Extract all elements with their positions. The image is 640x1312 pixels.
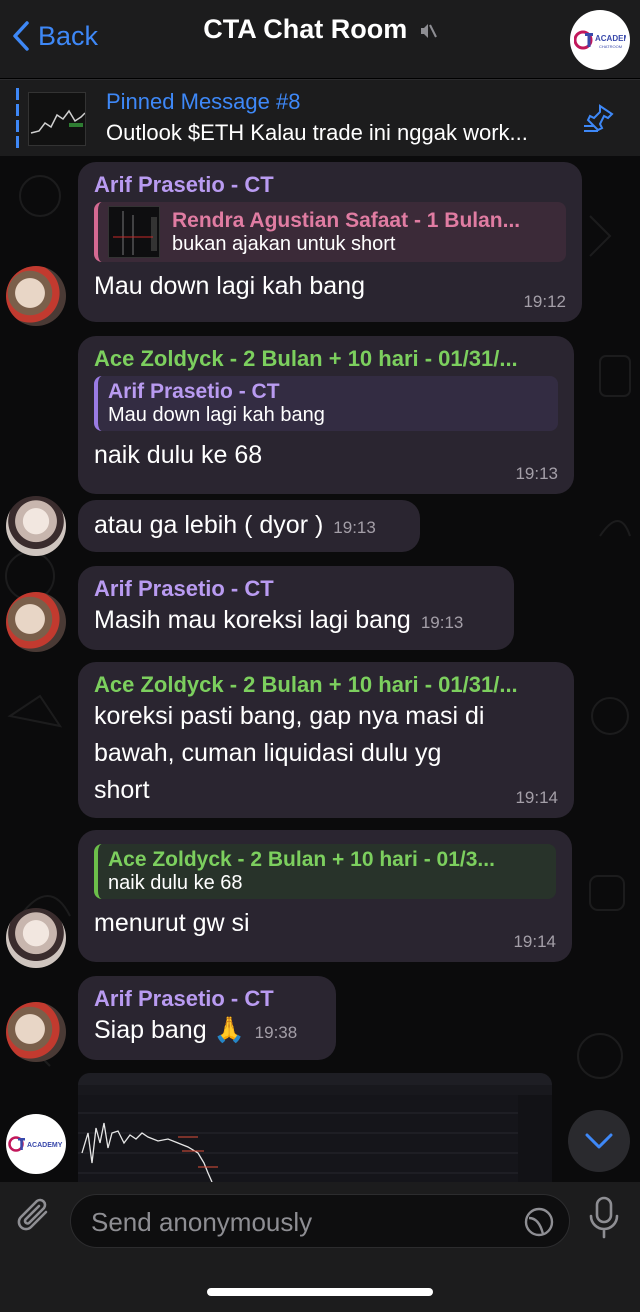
composer-bar: Send anonymously — [0, 1182, 640, 1312]
message-time: 19:13 — [333, 518, 376, 537]
message-input-placeholder: Send anonymously — [91, 1207, 313, 1237]
message-time: 19:14 — [513, 932, 556, 951]
message-bubble[interactable]: atau ga lebih ( dyor ) 19:13 — [78, 500, 420, 552]
avatar-arif[interactable] — [6, 592, 66, 652]
reply-sender: Ace Zoldyck - 2 Bulan + 10 hari - 01/3..… — [108, 848, 495, 871]
chat-title[interactable]: CTA Chat Room — [0, 14, 640, 45]
message-time: 19:38 — [254, 1023, 298, 1042]
avatar-ace[interactable] — [6, 908, 66, 968]
scroll-down-button[interactable] — [568, 1110, 630, 1172]
sender-name[interactable]: Arif Prasetio - CT — [94, 986, 320, 1012]
chat-header: Back CTA Chat Room ACADEMY CHATROOM — [0, 0, 640, 78]
home-indicator — [207, 1288, 433, 1296]
message-bubble[interactable]: Arif Prasetio - CT Rendra Agustian Safaa… — [78, 162, 582, 322]
message-bubble[interactable]: Ace Zoldyck - 2 Bulan + 10 hari - 01/31/… — [78, 336, 574, 494]
reply-text: naik dulu ke 68 — [108, 872, 243, 894]
pin-list-icon[interactable] — [582, 104, 618, 134]
sender-name[interactable]: Ace Zoldyck - 2 Bulan + 10 hari - 01/31/… — [94, 346, 558, 372]
message-bubble[interactable]: Ace Zoldyck - 2 Bulan + 10 hari - 01/31/… — [78, 662, 574, 818]
microphone-icon[interactable] — [586, 1196, 622, 1240]
message-text: naik dulu ke 68 — [94, 441, 263, 469]
pinned-title: Pinned Message #8 — [106, 89, 301, 114]
message-bubble[interactable]: Arif Prasetio - CT Masih mau koreksi lag… — [78, 566, 514, 650]
pinned-text: Outlook $ETH Kalau trade ini nggak work.… — [106, 120, 528, 145]
reply-quote[interactable]: Arif Prasetio - CT Mau down lagi kah ban… — [94, 376, 558, 431]
attach-icon[interactable] — [16, 1196, 54, 1236]
message-text-line: short — [94, 776, 150, 804]
message-bubble[interactable]: Ace Zoldyck - 2 Bulan + 10 hari - 01/3..… — [78, 830, 572, 962]
message-bubble[interactable]: Arif Prasetio - CT Siap bang 🙏 19:38 — [78, 976, 336, 1060]
reply-sender: Rendra Agustian Safaat - 1 Bulan... — [172, 208, 521, 232]
cta-academy-logo-icon: ACADEMY — [8, 1136, 63, 1152]
avatar-arif[interactable] — [6, 1002, 66, 1062]
message-time: 19:14 — [515, 788, 558, 807]
mute-icon — [420, 23, 437, 38]
sender-name[interactable]: Ace Zoldyck - 2 Bulan + 10 hari - 01/31/… — [94, 672, 558, 698]
reply-quote[interactable]: Ace Zoldyck - 2 Bulan + 10 hari - 01/3..… — [94, 844, 556, 899]
chat-area[interactable]: Arif Prasetio - CT Rendra Agustian Safaa… — [0, 156, 640, 1182]
message-time: 19:13 — [515, 464, 558, 483]
avatar-arif[interactable] — [6, 266, 66, 326]
message-text-line: bawah, cuman liquidasi dulu yg — [94, 739, 442, 767]
group-avatar[interactable]: ACADEMY CHATROOM — [570, 10, 630, 70]
sender-name[interactable]: Arif Prasetio - CT — [94, 576, 498, 602]
sticker-icon[interactable] — [523, 1206, 555, 1238]
message-input[interactable]: Send anonymously — [70, 1194, 570, 1248]
logo-text: ACADEMY — [27, 1142, 63, 1149]
message-text: menurut gw si — [94, 909, 250, 937]
logo-text: ACADEMY — [595, 34, 626, 43]
message-time: 19:13 — [420, 613, 464, 632]
reply-sender: Arif Prasetio - CT — [108, 380, 280, 403]
avatar-ace[interactable] — [6, 496, 66, 556]
chat-title-text: CTA Chat Room — [203, 14, 408, 44]
reply-text: bukan ajakan untuk short — [172, 232, 396, 255]
message-text-line: koreksi pasti bang, gap nya masi di — [94, 702, 485, 730]
chart-image-message[interactable] — [78, 1073, 552, 1182]
message-text: Mau down lagi kah bang — [94, 272, 366, 300]
pinned-thumbnail — [28, 92, 86, 146]
sender-name[interactable]: Arif Prasetio - CT — [94, 172, 566, 198]
reply-quote[interactable]: Rendra Agustian Safaat - 1 Bulan... buka… — [94, 202, 566, 262]
message-text: Siap bang 🙏 — [94, 1016, 245, 1044]
pinned-message-bar[interactable]: Pinned Message #8 Outlook $ETH Kalau tra… — [0, 79, 640, 156]
pinned-indicator — [16, 88, 19, 148]
chevron-down-icon — [585, 1133, 613, 1149]
message-text: Masih mau koreksi lagi bang — [94, 606, 411, 634]
avatar-cta-academy[interactable]: ACADEMY — [6, 1114, 66, 1174]
message-text: atau ga lebih ( dyor ) — [94, 511, 324, 539]
trading-chart-screenshot — [78, 1073, 552, 1182]
reply-text: Mau down lagi kah bang — [108, 404, 325, 426]
message-time: 19:12 — [523, 292, 566, 311]
reply-thumbnail — [108, 206, 160, 258]
logo-subtext: CHATROOM — [599, 44, 622, 49]
cta-academy-logo-icon: ACADEMY CHATROOM — [574, 30, 626, 50]
